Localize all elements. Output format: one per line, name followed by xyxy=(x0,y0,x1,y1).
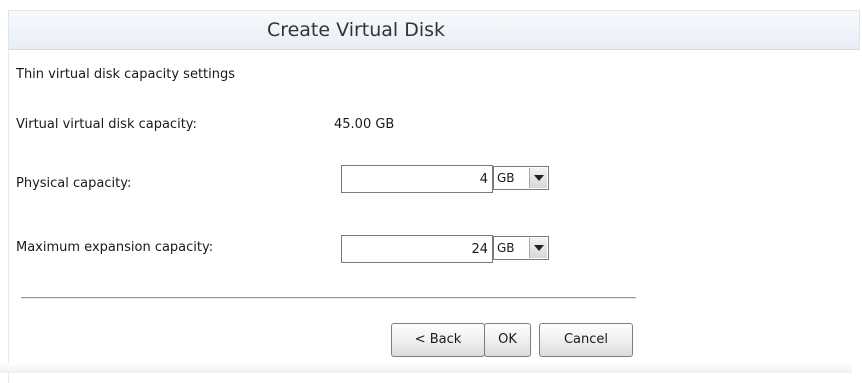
max-expansion-capacity-label: Maximum expansion capacity: xyxy=(16,240,214,255)
physical-capacity-unit-select[interactable]: GB xyxy=(493,166,549,190)
section-title: Thin virtual disk capacity settings xyxy=(16,67,236,82)
max-expansion-capacity-unit-select[interactable]: GB xyxy=(493,236,549,260)
cancel-button[interactable]: Cancel xyxy=(539,323,633,357)
virtual-capacity-value: 45.00 GB xyxy=(334,117,395,132)
dialog-title: Create Virtual Disk xyxy=(266,19,446,41)
physical-capacity-label: Physical capacity: xyxy=(16,176,132,191)
chevron-down-icon[interactable] xyxy=(529,238,547,258)
back-button[interactable]: < Back xyxy=(391,323,485,357)
chevron-down-icon[interactable] xyxy=(529,168,547,188)
max-expansion-capacity-input[interactable] xyxy=(341,235,493,263)
dialog-titlebar: Create Virtual Disk xyxy=(8,10,860,50)
max-expansion-capacity-unit-value: GB xyxy=(497,241,515,255)
ok-button[interactable]: OK xyxy=(484,323,531,357)
virtual-capacity-label: Virtual virtual disk capacity: xyxy=(16,117,197,132)
button-separator xyxy=(21,297,636,299)
dialog-bottom-edge xyxy=(0,363,852,373)
physical-capacity-input[interactable] xyxy=(341,165,493,193)
physical-capacity-unit-value: GB xyxy=(497,171,515,185)
left-border xyxy=(8,50,9,383)
